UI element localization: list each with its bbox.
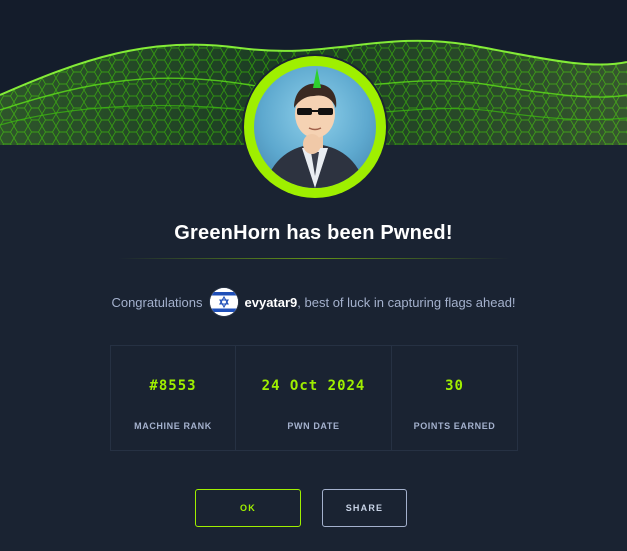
title-divider — [118, 258, 510, 259]
congrats-suffix: , best of luck in capturing flags ahead! — [297, 294, 516, 310]
stat-value: 30 — [445, 378, 464, 394]
ok-button[interactable]: OK — [195, 489, 301, 527]
stat-label: POINTS EARNED — [413, 421, 496, 431]
stat-label: MACHINE RANK — [134, 421, 212, 431]
stat-machine-rank: #8553 MACHINE RANK — [111, 346, 236, 450]
hacker-avatar-icon — [254, 66, 376, 188]
stats-panel: #8553 MACHINE RANK 24 Oct 2024 PWN DATE … — [110, 345, 518, 451]
stat-value: 24 Oct 2024 — [261, 378, 366, 394]
israel-flag-icon — [209, 288, 238, 316]
congrats-prefix: Congratulations — [111, 294, 203, 310]
stat-pwn-date: 24 Oct 2024 PWN DATE — [236, 346, 392, 450]
username-link[interactable]: evyatar9 — [245, 295, 298, 310]
stat-label: PWN DATE — [287, 421, 340, 431]
congratulations-message: Congratulations evyatar9 , best of luck … — [0, 287, 627, 317]
machine-avatar — [244, 56, 386, 198]
stat-value: #8553 — [149, 378, 197, 394]
share-button[interactable]: SHARE — [322, 489, 407, 527]
page-title: GreenHorn has been Pwned! — [174, 222, 453, 244]
stat-points-earned: 30 POINTS EARNED — [392, 346, 517, 450]
